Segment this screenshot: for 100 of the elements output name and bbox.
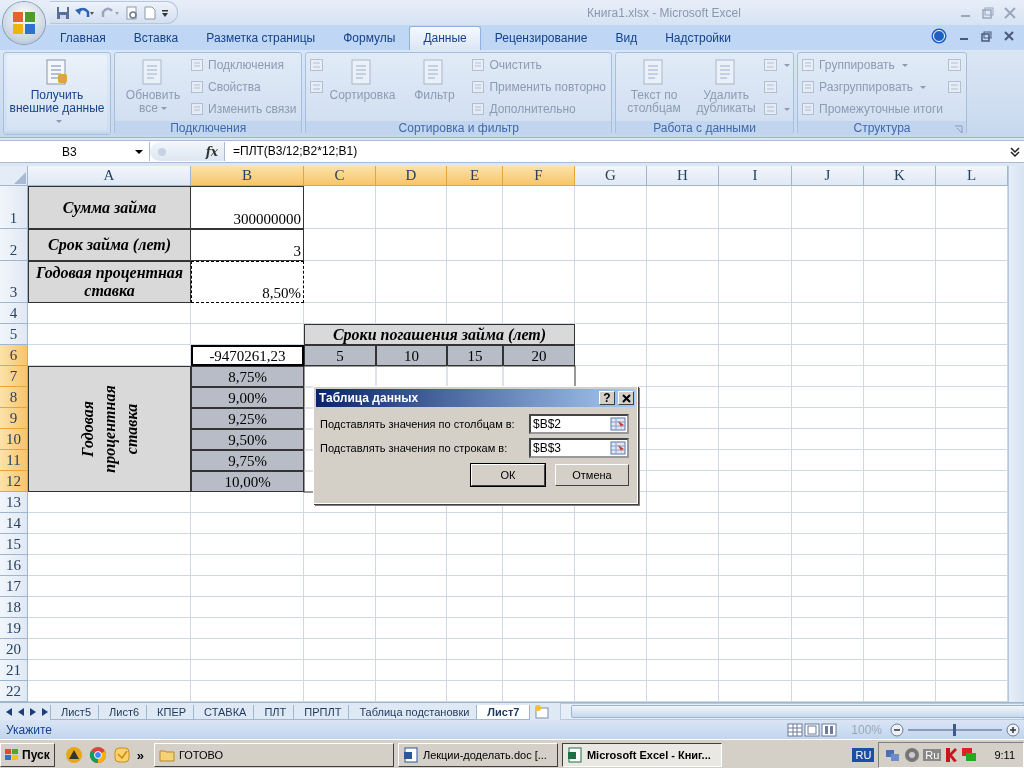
table-header: 15 [447,345,503,366]
row-header[interactable]: 13 [0,492,28,513]
insert-sheet-icon[interactable] [534,705,551,719]
column-header[interactable]: K [864,166,936,186]
column-header[interactable]: H [647,166,719,186]
row-header[interactable]: 12 [0,471,28,492]
formula-field[interactable]: =ПЛТ(B3/12;B2*12;B1) [224,142,1009,161]
slider-thumb[interactable] [953,723,956,736]
row-header[interactable]: 14 [0,513,28,534]
column-header[interactable]: C [304,166,376,186]
column-header[interactable]: B [191,166,304,186]
antivirus-icon[interactable] [944,747,959,763]
taskbar-button[interactable]: Microsoft Excel - Книг... [561,743,722,767]
triangle-app-icon[interactable] [64,746,83,764]
redo-icon[interactable] [100,5,120,20]
taskbar-button[interactable]: ГОТОВО [153,743,394,767]
row-header[interactable]: 6 [0,345,28,366]
help-button[interactable]: ? [599,391,615,405]
ribbon-tab[interactable]: Формулы [329,26,410,50]
row-header[interactable]: 1 [0,186,28,229]
caret-icon [920,85,927,89]
row-header[interactable]: 10 [0,429,28,450]
row-header[interactable]: 19 [0,618,28,639]
overflow-button[interactable]: » [136,747,144,763]
column-header[interactable]: E [447,166,503,186]
row-header[interactable]: 2 [0,229,28,261]
normal-view-icon[interactable] [787,722,804,737]
column-header[interactable]: D [376,166,447,186]
range-picker-icon[interactable] [610,441,626,455]
row-header[interactable]: 5 [0,324,28,345]
page-break-icon[interactable] [821,722,838,737]
table-header: Сроки погашения займа (лет) [304,324,575,345]
close-icon[interactable] [1004,31,1014,41]
range-picker-icon[interactable] [610,417,626,431]
network-icon[interactable] [885,747,902,763]
monitor-icon[interactable] [961,747,978,763]
mail-icon[interactable] [112,746,131,764]
start-button[interactable]: Пуск [0,743,55,767]
ribbon-tab[interactable]: Вид [601,26,652,50]
column-header[interactable]: F [503,166,575,186]
dialog-title: Таблица данных [319,391,419,405]
ribbon-tab[interactable]: Надстройки [651,26,745,50]
column-header[interactable]: L [936,166,1008,186]
row-header[interactable]: 22 [0,681,28,702]
zoom-out-icon[interactable] [890,722,904,737]
ribbon-tab[interactable]: Данные [409,26,481,50]
browser-icon[interactable] [88,746,107,764]
column-header[interactable]: G [575,166,647,186]
dialog-launcher-icon[interactable] [954,125,964,134]
horizontal-scrollbar[interactable] [560,703,1024,720]
caret-icon [55,120,62,124]
speaker-icon[interactable] [904,747,921,763]
print-preview-icon[interactable] [125,5,139,20]
ribbon-tab[interactable]: Вставка [119,26,193,50]
command-icon [801,102,816,116]
undo-icon[interactable] [75,5,95,20]
row-header[interactable]: 3 [0,261,28,303]
splitter-handle[interactable] [158,147,166,156]
name-box[interactable]: B3 [0,142,150,161]
page-layout-icon[interactable] [804,722,821,737]
row-header[interactable]: 15 [0,534,28,555]
zoom-in-icon[interactable] [1006,722,1020,737]
row-header[interactable]: 11 [0,450,28,471]
column-header[interactable]: I [719,166,792,186]
row-header[interactable]: 4 [0,303,28,324]
column-header[interactable]: A [28,166,191,186]
customize-icon[interactable] [161,7,169,18]
close-icon[interactable] [1004,6,1016,19]
function-button[interactable]: fx [205,144,218,159]
vertical-scrollbar[interactable] [1008,166,1024,702]
ribbon-tab[interactable]: Главная [46,26,120,50]
dialog-button[interactable]: Отмена [555,464,629,486]
ribbon-tab[interactable]: Рецензирование [480,26,602,50]
help-icon[interactable] [931,28,947,44]
language-indicator[interactable]: RU [852,748,875,762]
column-header[interactable]: J [792,166,864,186]
close-button[interactable] [618,391,634,405]
input-field[interactable]: $B$2 [529,414,629,434]
dialog-button[interactable]: ОК [471,464,545,486]
row-header[interactable]: 20 [0,639,28,660]
ribbon-tab[interactable]: Разметка страницы [192,26,330,50]
row-header[interactable]: 21 [0,660,28,681]
row-header[interactable]: 9 [0,408,28,429]
row-header[interactable]: 18 [0,597,28,618]
office-button[interactable] [3,2,45,44]
save-icon[interactable] [56,5,70,20]
row-header[interactable]: 8 [0,387,28,408]
new-document-icon[interactable] [144,5,156,20]
maximize-icon[interactable] [982,6,994,19]
input-indicator[interactable]: Ru [923,749,942,761]
input-field[interactable]: $B$3 [529,438,629,458]
taskbar-button[interactable]: Лекции-доделать.doc [... [397,743,558,767]
row-header[interactable]: 7 [0,366,28,387]
row-header[interactable]: 17 [0,576,28,597]
row-header[interactable]: 16 [0,555,28,576]
sheet-tab[interactable]: Лист7 [476,705,531,720]
restore-icon[interactable] [981,30,992,42]
clock: 9:11 [994,749,1015,761]
window-title: Книга1.xlsx - Microsoft Excel [586,5,742,20]
ribbon-button[interactable]: Получить внешние данные [7,55,107,130]
